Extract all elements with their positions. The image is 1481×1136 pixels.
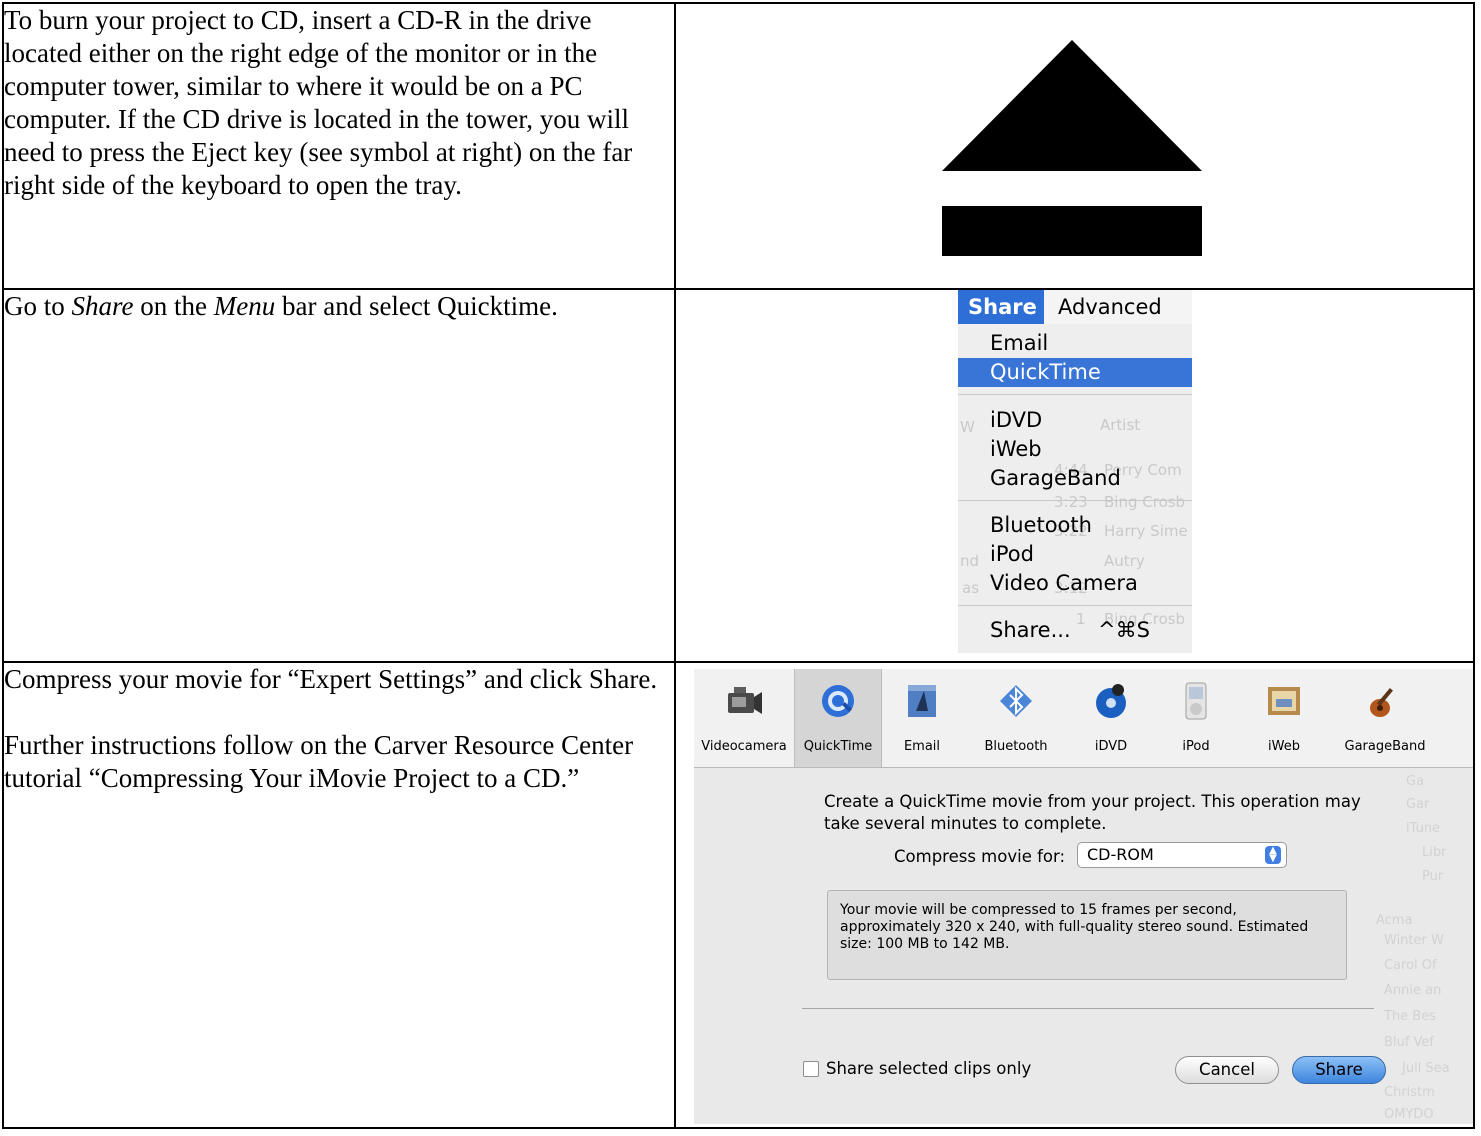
- tool-idvd[interactable]: iDVD: [1068, 669, 1154, 767]
- menu-item-garageband[interactable]: GarageBand: [958, 464, 1192, 493]
- ghost-text: OMYDO: [1384, 1107, 1434, 1122]
- menu-item-idvd[interactable]: iDVD: [958, 406, 1192, 435]
- popup-arrows-icon: ▲ ▼: [1265, 846, 1281, 864]
- ghost-text: Annie an: [1384, 983, 1442, 998]
- ghost-text: Bing Crosb: [1104, 493, 1186, 511]
- tool-garageband[interactable]: GarageBand: [1330, 669, 1440, 767]
- menu-item-email[interactable]: Email: [958, 329, 1192, 358]
- menu-item-ipod[interactable]: iPod: [958, 540, 1192, 569]
- videocamera-icon: [728, 687, 762, 714]
- ghost-text: Jull Sea: [1402, 1061, 1450, 1076]
- menu-item-bluetooth[interactable]: Bluetooth: [958, 511, 1192, 540]
- share-emphasis: Share: [71, 291, 134, 321]
- compress-label: Compress movie for:: [894, 847, 1066, 866]
- text-cell: To burn your project to CD, insert a CD-…: [2, 2, 676, 290]
- ghost-text: 3:23: [1054, 493, 1088, 511]
- quicktime-icon: [822, 685, 854, 717]
- share-menu: Artist W 4:44 Perry Com 3:23 Bing Crosb …: [958, 291, 1192, 653]
- tool-email[interactable]: Email: [880, 669, 964, 767]
- instruction-paragraph: Compress your movie for “Expert Settings…: [4, 664, 658, 694]
- menu-separator: [958, 500, 1192, 501]
- menu-item-share-ellipsis[interactable]: Share... ^⌘S: [958, 616, 1192, 645]
- table-row: Go to Share on the Menu bar and select Q…: [2, 288, 1475, 663]
- ghost-text: iTune: [1406, 821, 1441, 836]
- menu-separator: [958, 394, 1192, 395]
- text-cell: Compress your movie for “Expert Settings…: [2, 661, 676, 1129]
- menu-item-label: Share...: [990, 618, 1071, 642]
- tool-quicktime[interactable]: QuickTime: [794, 669, 882, 767]
- ghost-text: Gar: [1406, 797, 1430, 812]
- menu-emphasis: Menu: [213, 291, 276, 321]
- instruction-paragraph: To burn your project to CD, insert a CD-…: [4, 5, 633, 200]
- eject-icon: [942, 40, 1202, 256]
- checkbox-label: Share selected clips only: [826, 1059, 1032, 1078]
- share-selected-clips-checkbox[interactable]: [803, 1061, 819, 1077]
- tool-iweb[interactable]: iWeb: [1238, 669, 1330, 767]
- ipod-icon: [1185, 682, 1207, 720]
- menu-item-iweb[interactable]: iWeb: [958, 435, 1192, 464]
- share-dialog: Ga Gar iTune Libr Pur Acma Winter W Caro…: [694, 669, 1472, 1124]
- tool-label: Bluetooth: [984, 739, 1048, 754]
- ghost-text: Ga: [1406, 774, 1425, 789]
- tool-videocamera[interactable]: Videocamera: [694, 669, 794, 767]
- bluetooth-icon: [1000, 685, 1032, 717]
- instruction-paragraph: Further instructions follow on the Carve…: [4, 730, 634, 793]
- tool-label: iPod: [1182, 739, 1210, 754]
- menu-item-quicktime[interactable]: QuickTime: [958, 358, 1192, 387]
- ghost-text: Libr: [1422, 845, 1447, 860]
- text-cell: Go to Share on the Menu bar and select Q…: [2, 288, 676, 663]
- tool-label: iWeb: [1268, 739, 1300, 754]
- tool-label: Videocamera: [701, 739, 787, 754]
- share-button[interactable]: Share: [1292, 1056, 1386, 1084]
- tool-label: Email: [903, 739, 941, 754]
- ghost-text: Pur: [1422, 869, 1444, 884]
- tool-bluetooth[interactable]: Bluetooth: [964, 669, 1068, 767]
- ghost-text: The Bes: [1384, 1009, 1436, 1024]
- ghost-text: Bluf Vef: [1384, 1035, 1434, 1050]
- menu-bar: Share Advanced: [958, 291, 1192, 324]
- ghost-text: Christm: [1384, 1085, 1435, 1100]
- table-row: Compress your movie for “Expert Settings…: [2, 661, 1475, 1129]
- text-run: Go to: [4, 291, 72, 321]
- divider: [802, 1008, 1374, 1009]
- menu-title-share[interactable]: Share: [958, 291, 1044, 324]
- instruction-paragraph: Go to Share on the Menu bar and select Q…: [4, 291, 673, 323]
- text-run: bar and select Quicktime.: [275, 291, 558, 321]
- tool-label: GarageBand: [1344, 739, 1426, 754]
- keyboard-shortcut: ^⌘S: [1098, 618, 1150, 642]
- table-row: To burn your project to CD, insert a CD-…: [2, 2, 1475, 290]
- ghost-text: Carol Of: [1384, 958, 1437, 973]
- tool-label: QuickTime: [803, 739, 873, 754]
- menu-item-video-camera[interactable]: Video Camera: [958, 569, 1192, 598]
- garageband-icon: [1370, 688, 1393, 717]
- ghost-text: Acma: [1376, 913, 1413, 928]
- ghost-text: Winter W: [1384, 933, 1444, 948]
- tool-ipod[interactable]: iPod: [1154, 669, 1238, 767]
- tool-label: iDVD: [1094, 739, 1128, 754]
- dialog-description: Create a QuickTime movie from your proje…: [824, 792, 1361, 833]
- image-cell: [674, 2, 1475, 290]
- instruction-table: To burn your project to CD, insert a CD-…: [2, 2, 1475, 1129]
- email-icon: [908, 685, 936, 717]
- share-toolbar: Videocamera QuickTime Email Bluetooth iD…: [694, 669, 1472, 768]
- compress-popup[interactable]: CD-ROM ▲ ▼: [1077, 842, 1287, 868]
- iweb-icon: [1268, 687, 1300, 715]
- compression-info: Your movie will be compressed to 15 fram…: [827, 890, 1347, 980]
- image-cell: Ga Gar iTune Libr Pur Acma Winter W Caro…: [674, 661, 1475, 1129]
- menu-title-advanced[interactable]: Advanced: [1058, 291, 1162, 324]
- text-run: on the: [133, 291, 214, 321]
- cancel-button[interactable]: Cancel: [1175, 1056, 1279, 1084]
- menu-separator: [958, 605, 1192, 606]
- compress-value: CD-ROM: [1087, 845, 1154, 864]
- idvd-icon: [1096, 684, 1126, 718]
- image-cell: Artist W 4:44 Perry Com 3:23 Bing Crosb …: [674, 288, 1475, 663]
